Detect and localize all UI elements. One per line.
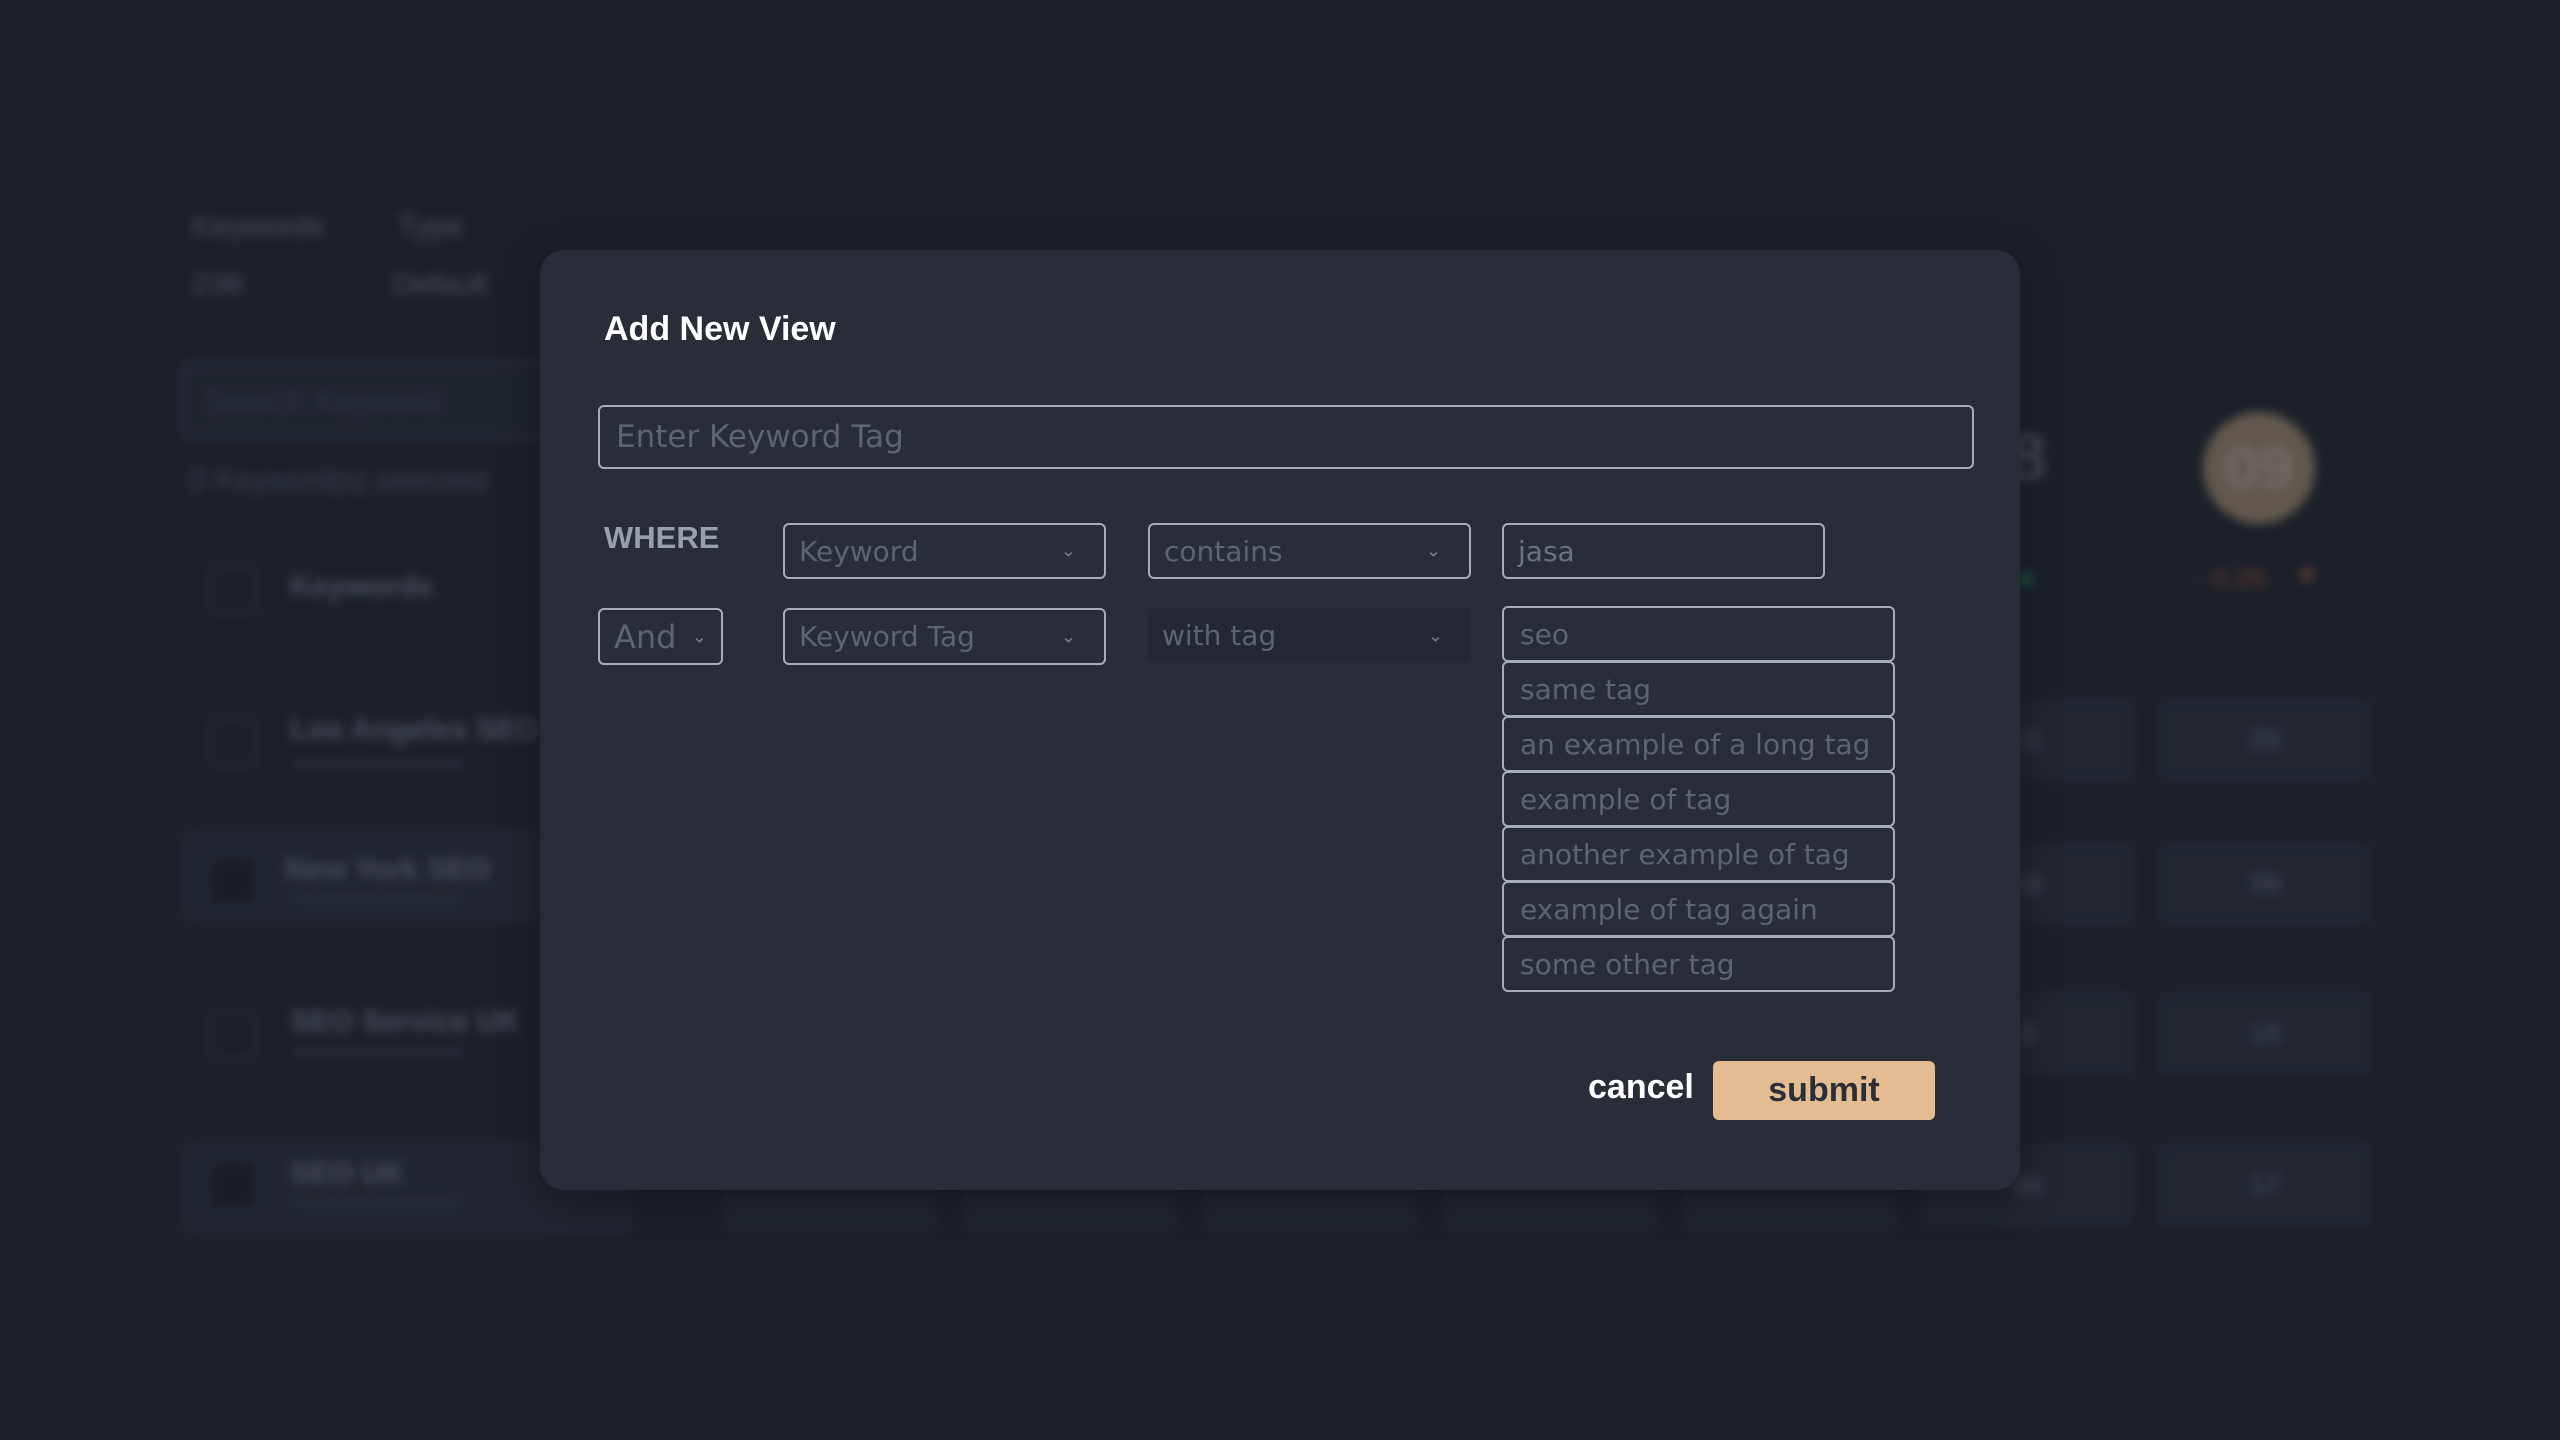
condition-1-operator-select[interactable]: contains ⌄ — [1148, 523, 1471, 579]
chevron-down-icon: ⌄ — [1427, 625, 1443, 646]
select-value: Keyword — [799, 534, 919, 568]
tag-option[interactable]: seo — [1502, 606, 1895, 662]
cancel-button[interactable]: cancel — [1582, 1067, 1700, 1108]
tag-options-list: seo same tag an example of a long tag ex… — [1502, 606, 1895, 992]
tag-option[interactable]: an example of a long tag — [1502, 716, 1895, 772]
condition-1-field-select[interactable]: Keyword ⌄ — [783, 523, 1106, 579]
chevron-down-icon: ⌄ — [1060, 626, 1076, 647]
keyword-tag-input[interactable] — [598, 405, 1974, 469]
tag-option[interactable]: example of tag again — [1502, 881, 1895, 937]
tag-option[interactable]: another example of tag — [1502, 826, 1895, 882]
where-label: WHERE — [604, 520, 720, 555]
condition-2-operator-select[interactable]: with tag ⌄ — [1148, 608, 1471, 663]
condition-2-field-select[interactable]: Keyword Tag ⌄ — [783, 608, 1106, 665]
tag-option[interactable]: example of tag — [1502, 771, 1895, 827]
conjunction-select[interactable]: And ⌄ — [598, 608, 723, 665]
select-value: contains — [1164, 534, 1283, 568]
select-value: with tag — [1162, 619, 1277, 652]
submit-button[interactable]: submit — [1713, 1061, 1935, 1120]
chevron-down-icon: ⌄ — [1060, 540, 1076, 562]
select-value: Keyword Tag — [799, 620, 975, 653]
add-new-view-dialog: Add New View WHERE Keyword ⌄ contains ⌄ … — [540, 250, 2020, 1190]
condition-1-value-input[interactable]: jasa — [1502, 523, 1825, 579]
dialog-title: Add New View — [604, 310, 836, 348]
chevron-down-icon: ⌄ — [691, 626, 707, 647]
tag-option[interactable]: same tag — [1502, 661, 1895, 717]
chevron-down-icon: ⌄ — [1425, 540, 1441, 562]
input-value: jasa — [1518, 534, 1575, 568]
tag-option[interactable]: some other tag — [1502, 936, 1895, 992]
select-value: And — [614, 617, 677, 656]
